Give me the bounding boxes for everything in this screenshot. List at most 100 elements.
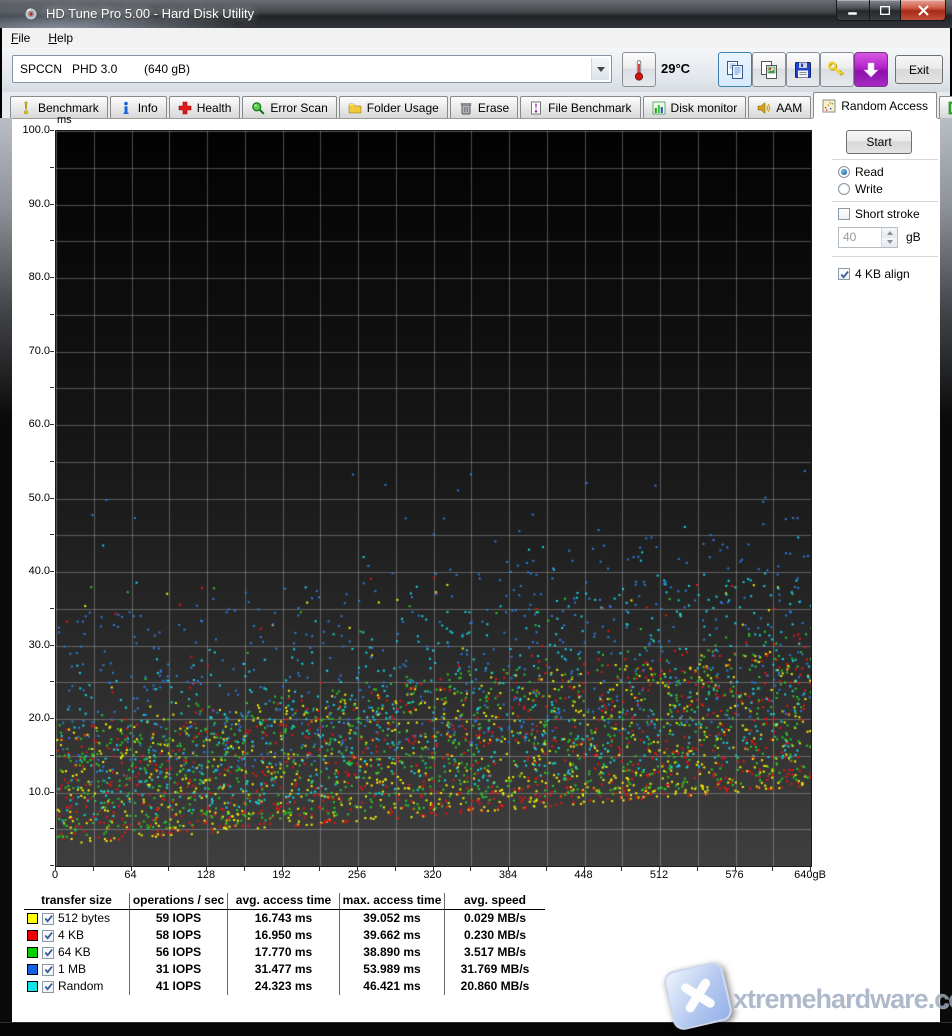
y-axis-tick-label: 20.0 bbox=[2, 712, 50, 724]
y-axis-tick bbox=[50, 461, 54, 462]
y-axis-tick bbox=[50, 498, 54, 499]
read-label: Read bbox=[855, 165, 884, 179]
check-icon bbox=[44, 914, 53, 923]
file-benchmark-icon bbox=[529, 101, 543, 115]
start-button[interactable]: Start bbox=[846, 130, 912, 154]
scatter-canvas bbox=[56, 131, 811, 866]
series-checkbox[interactable] bbox=[42, 964, 54, 976]
tab-label: Erase bbox=[478, 101, 509, 115]
dropdown-arrow-icon[interactable] bbox=[591, 58, 609, 80]
tab-label: File Benchmark bbox=[548, 101, 631, 115]
separator bbox=[832, 256, 938, 257]
temperature-button[interactable] bbox=[622, 52, 656, 87]
series-label: 4 KB bbox=[58, 927, 84, 944]
tab-folder-usage[interactable]: Folder Usage bbox=[339, 96, 448, 118]
avg-speed-value: 3.517 MB/s bbox=[445, 944, 545, 961]
kb-align-checkbox[interactable] bbox=[838, 268, 850, 280]
copy-to-clipboard-button[interactable] bbox=[718, 52, 752, 87]
error-scan-icon bbox=[251, 101, 265, 115]
check-icon bbox=[44, 948, 53, 957]
short-stroke-checkbox[interactable] bbox=[838, 208, 850, 220]
write-radio-row[interactable]: Write bbox=[838, 182, 883, 196]
tab-error-scan[interactable]: Error Scan bbox=[242, 96, 336, 118]
series-swatch bbox=[27, 964, 38, 975]
y-axis-tick-label: 90.0 bbox=[2, 198, 50, 210]
exit-button[interactable]: Exit bbox=[895, 55, 943, 84]
series-label: 512 bytes bbox=[58, 910, 110, 927]
series-checkbox[interactable] bbox=[42, 930, 54, 942]
col-header-max-access: max. access time bbox=[340, 893, 445, 910]
save-icon bbox=[793, 60, 813, 80]
short-stroke-row[interactable]: Short stroke bbox=[838, 207, 920, 221]
read-radio-row[interactable]: Read bbox=[838, 165, 884, 179]
y-axis-tick bbox=[50, 571, 54, 572]
ops-value: 59 IOPS bbox=[130, 910, 228, 927]
y-axis-tick-label: 80.0 bbox=[2, 271, 50, 283]
ops-value: 56 IOPS bbox=[130, 944, 228, 961]
info-icon bbox=[119, 101, 133, 115]
write-radio[interactable] bbox=[838, 183, 850, 195]
toolbar: SPCCN PHD 3.0 (640 gB) 29°C bbox=[2, 48, 950, 93]
tab-file-benchmark[interactable]: File Benchmark bbox=[520, 96, 640, 118]
max-access-value: 39.662 ms bbox=[340, 927, 445, 944]
menu-help[interactable]: Help bbox=[39, 29, 82, 47]
y-axis-tick bbox=[50, 167, 54, 168]
tab-extra-tests[interactable]: Extra tests bbox=[939, 96, 952, 118]
short-stroke-size-spinner[interactable]: 40 bbox=[838, 227, 898, 248]
tab-random-access[interactable]: Random Access bbox=[813, 92, 937, 118]
y-axis-unit-label: ms bbox=[57, 114, 72, 126]
copy-pages-icon bbox=[725, 60, 745, 80]
y-axis-tick bbox=[50, 351, 54, 352]
drive-select-dropdown[interactable]: SPCCN PHD 3.0 (640 gB) bbox=[12, 55, 612, 83]
avg-speed-value: 0.230 MB/s bbox=[445, 927, 545, 944]
series-swatch bbox=[27, 913, 38, 924]
series-checkbox[interactable] bbox=[42, 913, 54, 925]
window-title: HD Tune Pro 5.00 - Hard Disk Utility bbox=[46, 6, 254, 21]
close-button[interactable] bbox=[900, 0, 946, 21]
aam-icon bbox=[757, 101, 771, 115]
tab-disk-monitor[interactable]: Disk monitor bbox=[643, 96, 747, 118]
y-axis-tick bbox=[50, 792, 54, 793]
folder-usage-icon bbox=[348, 101, 362, 115]
y-axis-tick-label: 60.0 bbox=[2, 418, 50, 430]
stroke-unit-label: gB bbox=[906, 230, 921, 244]
kb-align-row[interactable]: 4 KB align bbox=[838, 267, 910, 281]
series-swatch bbox=[27, 947, 38, 958]
kb-align-label: 4 KB align bbox=[855, 267, 910, 281]
series-checkbox[interactable] bbox=[42, 947, 54, 959]
y-axis-tick bbox=[50, 608, 54, 609]
check-icon bbox=[44, 931, 53, 940]
spinner-up-button[interactable] bbox=[882, 228, 897, 238]
check-icon bbox=[44, 982, 53, 991]
y-axis-tick-label: 30.0 bbox=[2, 639, 50, 651]
save-button[interactable] bbox=[786, 52, 820, 87]
y-axis-tick-label: 100.0 bbox=[2, 124, 50, 136]
download-arrow-icon bbox=[862, 61, 880, 79]
tab-erase[interactable]: Erase bbox=[450, 96, 518, 118]
ops-value: 58 IOPS bbox=[130, 927, 228, 944]
maximize-icon bbox=[880, 6, 890, 15]
tab-health[interactable]: Health bbox=[169, 96, 241, 118]
title-bar[interactable]: HD Tune Pro 5.00 - Hard Disk Utility bbox=[0, 0, 952, 28]
options-button[interactable] bbox=[820, 52, 854, 87]
avg-speed-value: 20.860 MB/s bbox=[445, 978, 545, 995]
tab-aam[interactable]: AAM bbox=[748, 96, 811, 118]
col-header-transfer-size: transfer size bbox=[24, 893, 130, 910]
series-checkbox[interactable] bbox=[42, 981, 54, 993]
keys-icon bbox=[827, 60, 847, 80]
spinner-down-button[interactable] bbox=[882, 238, 897, 248]
copy-image-button[interactable] bbox=[752, 52, 786, 87]
window-border-right bbox=[940, 118, 952, 1022]
table-row-1mb: 1 MB bbox=[24, 961, 130, 978]
maximize-button[interactable] bbox=[869, 0, 901, 21]
menu-file[interactable]: File bbox=[2, 29, 39, 47]
y-axis-tick bbox=[50, 755, 54, 756]
minimize-icon bbox=[848, 6, 858, 15]
minimize-button[interactable] bbox=[836, 0, 870, 21]
read-radio[interactable] bbox=[838, 166, 850, 178]
short-stroke-size-value: 40 bbox=[839, 228, 881, 247]
menu-bar: File Help bbox=[2, 28, 950, 48]
download-button[interactable] bbox=[854, 52, 888, 87]
series-swatch bbox=[27, 930, 38, 941]
tab-info[interactable]: Info bbox=[110, 96, 167, 118]
